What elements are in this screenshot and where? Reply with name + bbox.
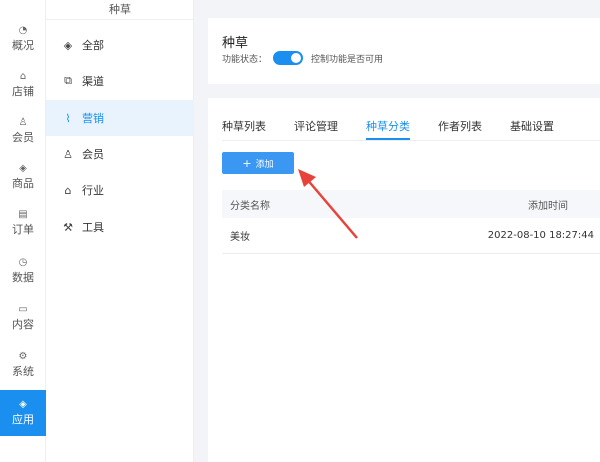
store-icon: ⌂ xyxy=(19,71,27,82)
tab-author-list[interactable]: 作者列表 xyxy=(438,118,482,140)
sub-item-label: 营销 xyxy=(82,112,104,125)
main-card: 种草列表 评论管理 种草分类 作者列表 基础设置 + 添加 分类名称 添加时间 … xyxy=(208,98,600,462)
toggle-knob xyxy=(291,53,302,63)
gear-icon: ⚙ xyxy=(18,351,28,362)
user-icon: ♙ xyxy=(18,117,28,128)
chart-line-icon: ⌇ xyxy=(65,111,71,125)
nav-item-store[interactable]: ⌂ 店铺 xyxy=(0,62,46,108)
feature-toggle[interactable] xyxy=(273,51,304,65)
nav-item-label: 应用 xyxy=(12,413,34,426)
nav-item-label: 数据 xyxy=(12,271,34,284)
column-header-time: 添加时间 xyxy=(528,200,568,212)
primary-nav: ◔ 概况 ⌂ 店铺 ♙ 会员 ◈ 商品 ▤ 订单 ◷ 数据 ▭ 内容 ⚙ 系统 … xyxy=(0,0,46,462)
tab-basic-settings[interactable]: 基础设置 xyxy=(510,118,554,140)
clipboard-icon: ▤ xyxy=(18,209,28,220)
header-card: 种草 功能状态： 控制功能是否可用 xyxy=(208,18,600,84)
status-label: 功能状态： xyxy=(222,54,268,65)
nav-item-goods[interactable]: ◈ 商品 xyxy=(0,154,46,200)
nav-item-system[interactable]: ⚙ 系统 xyxy=(0,342,46,388)
sub-menu: 种草 ◈ 全部 ⧉ 渠道 ⌇ 营销 ♙ 会员 ⌂ 行业 ⚒ 工具 xyxy=(46,0,194,462)
status-row: 功能状态： 控制功能是否可用 xyxy=(222,51,383,65)
cell-add-time: 2022-08-10 18:27:44 xyxy=(487,230,594,241)
box-icon: ◈ xyxy=(19,163,27,174)
nav-item-label: 商品 xyxy=(12,177,34,190)
sub-menu-title: 种草 xyxy=(46,0,194,20)
sub-item-industry[interactable]: ⌂ 行业 xyxy=(46,172,194,208)
sub-item-member[interactable]: ♙ 会员 xyxy=(46,136,194,172)
sub-item-channel[interactable]: ⧉ 渠道 xyxy=(46,63,194,99)
nav-item-label: 订单 xyxy=(12,223,34,236)
sub-item-all[interactable]: ◈ 全部 xyxy=(46,27,194,63)
category-table: 分类名称 添加时间 美妆 2022-08-10 18:27:44 xyxy=(222,190,600,254)
sub-item-label: 全部 xyxy=(82,39,104,52)
store-icon: ⌂ xyxy=(64,183,72,197)
folder-icon: ▭ xyxy=(18,304,28,315)
tab-divider xyxy=(222,140,600,141)
add-button[interactable]: + 添加 xyxy=(222,152,294,174)
wrench-icon: ⚒ xyxy=(63,220,73,234)
cell-category-name: 美妆 xyxy=(230,232,250,243)
sub-item-marketing[interactable]: ⌇ 营销 xyxy=(46,100,194,136)
cube-icon: ◈ xyxy=(63,38,73,52)
nav-item-data[interactable]: ◷ 数据 xyxy=(0,248,46,294)
nav-item-overview[interactable]: ◔ 概况 xyxy=(0,16,46,62)
add-button-label: 添加 xyxy=(255,159,274,170)
page-title: 种草 xyxy=(222,36,249,51)
gauge-icon: ◔ xyxy=(18,25,28,36)
status-description: 控制功能是否可用 xyxy=(311,54,384,65)
nav-item-member[interactable]: ♙ 会员 xyxy=(0,108,46,154)
nav-item-content[interactable]: ▭ 内容 xyxy=(0,295,46,341)
user-icon: ♙ xyxy=(63,147,73,161)
channel-icon: ⧉ xyxy=(64,74,72,87)
table-header: 分类名称 添加时间 xyxy=(222,190,600,218)
pie-chart-icon: ◷ xyxy=(18,257,28,268)
nav-item-label: 店铺 xyxy=(12,85,34,98)
nav-item-label: 概况 xyxy=(12,39,34,52)
sub-item-label: 行业 xyxy=(82,184,104,197)
nav-item-order[interactable]: ▤ 订单 xyxy=(0,200,46,246)
sub-item-label: 会员 xyxy=(82,148,104,161)
column-header-name: 分类名称 xyxy=(230,200,270,212)
tab-grass-list[interactable]: 种草列表 xyxy=(222,118,266,140)
nav-item-label: 会员 xyxy=(12,131,34,144)
sub-item-tools[interactable]: ⚒ 工具 xyxy=(46,209,194,245)
tab-comment-management[interactable]: 评论管理 xyxy=(294,118,338,140)
sub-item-label: 工具 xyxy=(82,221,104,234)
nav-item-apps[interactable]: ◈ 应用 xyxy=(0,390,46,436)
cube-icon: ◈ xyxy=(19,399,27,410)
table-row: 美妆 2022-08-10 18:27:44 xyxy=(222,218,600,254)
nav-item-label: 内容 xyxy=(12,318,34,331)
plus-icon: + xyxy=(242,156,252,170)
tab-bar: 种草列表 评论管理 种草分类 作者列表 基础设置 xyxy=(222,118,582,140)
nav-item-label: 系统 xyxy=(12,365,34,378)
tab-grass-category[interactable]: 种草分类 xyxy=(366,118,410,140)
sub-item-label: 渠道 xyxy=(82,75,104,88)
